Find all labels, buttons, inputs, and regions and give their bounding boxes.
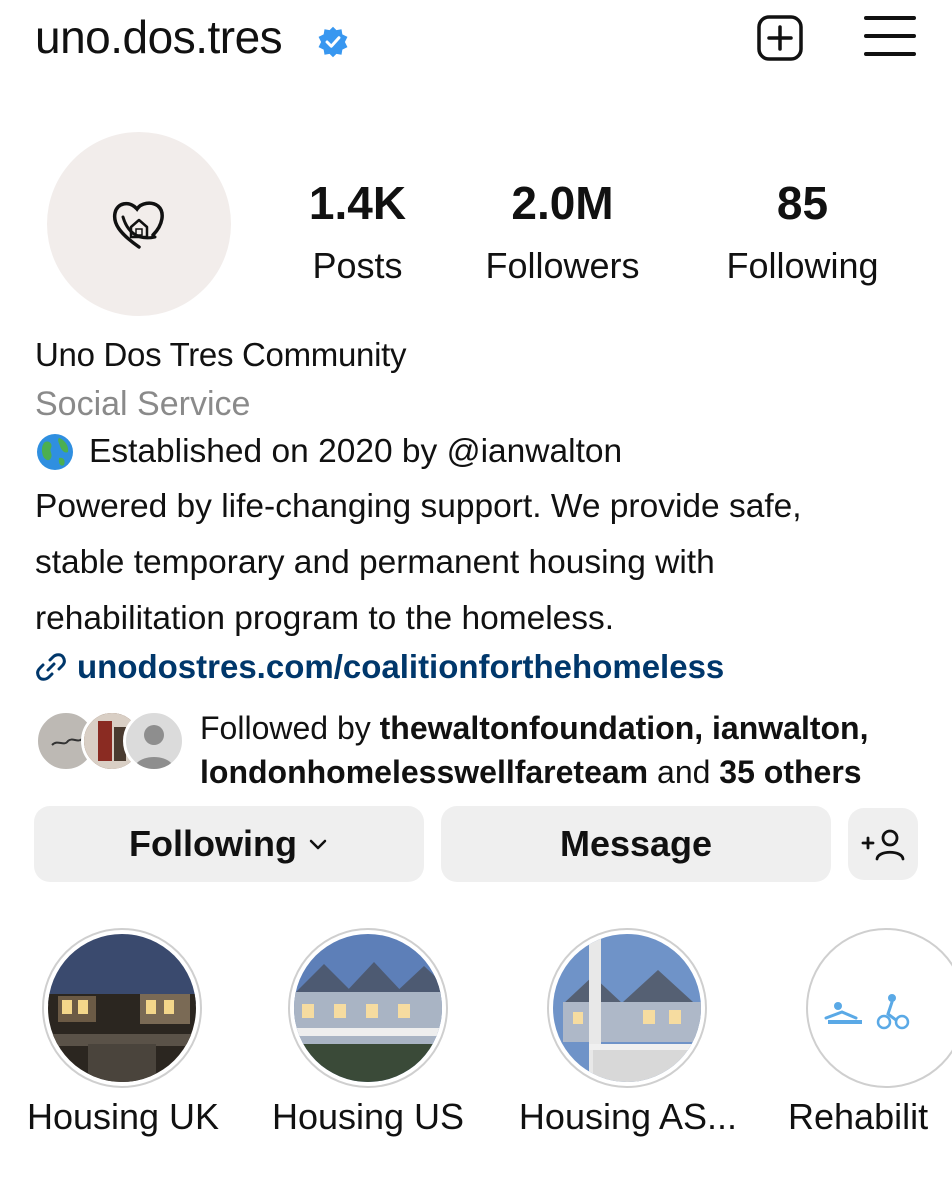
message-button-label: Message [559, 823, 713, 864]
posts-count: 1.4K [308, 177, 407, 229]
following-button[interactable]: Following [34, 806, 424, 882]
highlight-housing-uk[interactable] [42, 928, 202, 1088]
profile-category: Social Service [35, 385, 251, 423]
mutual-followers-avatars[interactable] [35, 710, 185, 774]
suggest-people-button[interactable] [848, 808, 918, 880]
separator: , [694, 710, 713, 746]
highlight-label: Housing UK [26, 1096, 220, 1137]
highlight-cover [812, 934, 952, 1082]
hamburger-menu-icon[interactable] [864, 14, 916, 58]
bio-established: Established on 2020 by @ianwalton [89, 433, 623, 470]
highlight-label: Housing AS... [518, 1096, 738, 1137]
avatar [123, 710, 185, 772]
profile-username: uno.dos.tres [35, 11, 283, 63]
followed-by-and: and [648, 754, 720, 790]
profile-avatar[interactable] [47, 132, 231, 316]
highlight-label: Rehabilit [788, 1096, 929, 1137]
following-stat[interactable]: 85 Following [715, 180, 890, 284]
globe-icon [37, 434, 73, 470]
highlight-housing-us[interactable] [288, 928, 448, 1088]
posts-stat[interactable]: 1.4K Posts [290, 180, 425, 284]
link-icon [36, 653, 66, 681]
mutual-user[interactable]: thewaltonfoundation [380, 710, 695, 746]
display-name: Uno Dos Tres Community [35, 336, 407, 373]
bio-line: rehabilitation program to the homeless. [35, 600, 615, 637]
verified-badge-icon [318, 26, 348, 58]
add-person-icon [861, 829, 905, 861]
followers-label: Followers [485, 245, 640, 286]
heart-home-logo [112, 201, 164, 249]
mutual-user[interactable]: londonhomelesswellfareteam [200, 754, 648, 790]
followers-stat[interactable]: 2.0M Followers [470, 180, 655, 284]
following-button-label: Following [129, 823, 297, 864]
mutual-user[interactable]: ianwalton [712, 710, 860, 746]
highlight-rehabilitation[interactable] [806, 928, 952, 1088]
profile-link-text[interactable]: unodostres.com/coalitionforthehomeless [77, 648, 724, 686]
posts-label: Posts [312, 245, 403, 286]
highlight-housing-as[interactable] [547, 928, 707, 1088]
bio-line: Established on 2020 by @ianwalton [35, 432, 925, 472]
bio-line: Powered by life-changing support. We pro… [35, 488, 802, 525]
chevron-down-icon [309, 839, 327, 850]
followed-by-text[interactable]: Followed by thewaltonfoundation, ianwalt… [200, 706, 868, 794]
followers-count: 2.0M [511, 177, 614, 229]
highlight-cover [294, 934, 442, 1082]
highlight-label: Housing US [271, 1096, 465, 1137]
message-button[interactable]: Message [441, 806, 831, 882]
separator: , [859, 710, 869, 746]
followed-by-prefix: Followed by [200, 710, 380, 746]
highlight-cover [553, 934, 701, 1082]
bio-line: stable temporary and permanent housing w… [35, 544, 715, 581]
highlight-cover [48, 934, 196, 1082]
following-count: 85 [776, 177, 829, 229]
others-count[interactable]: 35 others [719, 754, 861, 790]
add-post-icon[interactable] [756, 14, 804, 62]
following-label: Following [726, 245, 879, 286]
profile-link[interactable]: unodostres.com/coalitionforthehomeless [35, 648, 724, 686]
